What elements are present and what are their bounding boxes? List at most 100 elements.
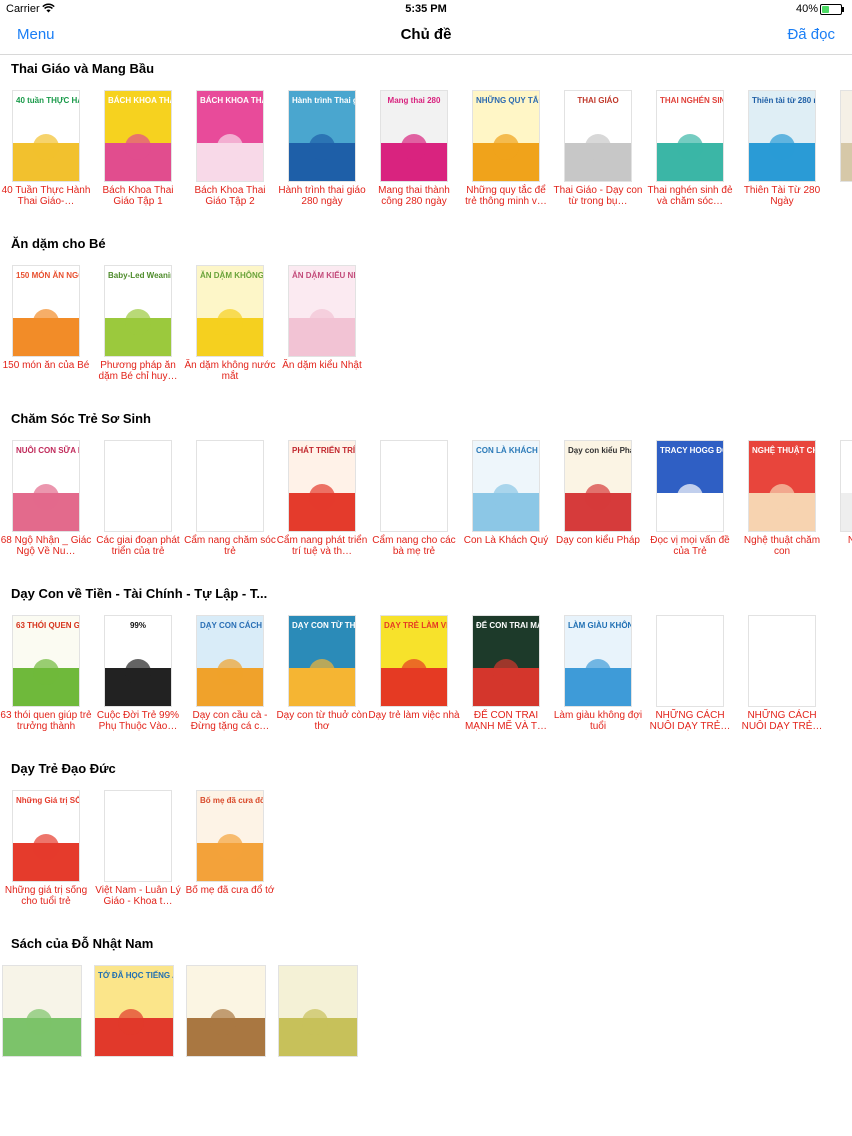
book-item[interactable]: LÀM GIÀU KHÔNG ĐỢI TUỔI Làm giàu không đợ… (552, 615, 644, 745)
book-title: Cuộc Đời Trẻ 99% Phụ Thuộc Vào… (96, 710, 180, 732)
book-cover[interactable] (380, 440, 448, 532)
book-cover[interactable]: 150 MÓN ĂN NGON CỦA BÉ (12, 265, 80, 357)
book-title: Những quy tắc để trẻ thông minh v… (465, 185, 547, 207)
book-item[interactable]: Cẩm nang cho các bà mẹ trẻ (368, 440, 460, 570)
book-item[interactable]: Nh… phá… (828, 440, 852, 570)
book-item[interactable]: Những Giá trị SỐNG Những giá trị sống cho… (0, 790, 92, 920)
book-cover[interactable]: Baby-Led Weaning BÉ CHỈ HUY (104, 265, 172, 357)
book-item[interactable]: NHỮNG CÁCH NUÔI DẠY TRẺ… (736, 615, 828, 745)
book-item[interactable]: Các giai đoạn phát triển của trẻ (92, 440, 184, 570)
book-item[interactable]: THAI GIÁO Thai Giáo - Dạy con từ trong bụ… (552, 90, 644, 220)
book-item[interactable]: BÁCH KHOA THAI GIÁO Bách Khoa Thai Giáo T… (184, 90, 276, 220)
book-item[interactable] (179, 965, 271, 1095)
book-item[interactable]: ĂN DẶM KIỂU NHẬT Ăn dặm kiểu Nhật (276, 265, 368, 395)
book-cover[interactable] (656, 615, 724, 707)
book-cover[interactable] (104, 440, 172, 532)
book-cover[interactable]: DẠY CON CÁCH CÂU CÁ CHO CON (196, 615, 264, 707)
book-item[interactable]: Việt Nam - Luân Lý Giáo - Khoa t… (92, 790, 184, 920)
book-item[interactable]: NHỮNG QUY TẮC ĐỂ TRẺ THÔNG MINH Những quy… (460, 90, 552, 220)
book-cover[interactable]: Hành trình Thai giáo 280 (288, 90, 356, 182)
book-item[interactable]: DẠY TRẺ LÀM VIỆC NHÀ Dạy trẻ làm việc nhà (368, 615, 460, 745)
book-item[interactable]: Thiên tài từ 280 ngày Thiên Tài Từ 280 Ng… (736, 90, 828, 220)
book-item[interactable]: 63 THÓI QUEN GIÚP TRẺ TRƯỞNG THÀNH 63 thó… (0, 615, 92, 745)
book-cover[interactable] (840, 440, 852, 532)
book-cover[interactable]: THAI NGHÉN SINH ĐẺ (656, 90, 724, 182)
cover-figure (32, 309, 59, 336)
book-item[interactable]: BÁCH KHOA THAI GIÁO Bách Khoa Thai Giáo T… (92, 90, 184, 220)
book-item[interactable]: DẠY CON TỪ THUỞ CÒN THƠ Dạy con từ thuở c… (276, 615, 368, 745)
book-cover[interactable]: Thiên tài từ 280 ngày (748, 90, 816, 182)
book-item[interactable]: Hành trình Thai giáo 280 Hành trình thai … (276, 90, 368, 220)
book-cover[interactable]: TRACY HOGG ĐỌC VỊ MỌI VẤN ĐỀ CỦA TRẺ (656, 440, 724, 532)
book-cover[interactable]: DẠY TRẺ LÀM VIỆC NHÀ (380, 615, 448, 707)
cover-figure (584, 484, 611, 511)
book-cover[interactable]: NGHỆ THUẬT CHĂM CON (748, 440, 816, 532)
book-cover[interactable] (186, 965, 266, 1057)
book-item[interactable]: NHỮNG CÁCH NUÔI DẠY TRẺ… (644, 615, 736, 745)
book-row[interactable]: 63 THÓI QUEN GIÚP TRẺ TRƯỞNG THÀNH 63 thó… (0, 615, 852, 750)
book-cover[interactable]: CON LÀ KHÁCH QUÝ (472, 440, 540, 532)
book-title: ĐỂ CON TRAI MẠNH MẼ VÀ T… (464, 710, 548, 732)
book-item[interactable]: TRACY HOGG ĐỌC VỊ MỌI VẤN ĐỀ CỦA TRẺ Đọc … (644, 440, 736, 570)
book-cover[interactable]: BÁCH KHOA THAI GIÁO (196, 90, 264, 182)
book-item[interactable]: Baby-Led Weaning BÉ CHỈ HUY Phương pháp ă… (92, 265, 184, 395)
book-item[interactable]: CON LÀ KHÁCH QUÝ Con Là Khách Quý (460, 440, 552, 570)
book-item[interactable]: PHÁT TRIỂN TRÍ TUỆ THỂ CHẤT Cẩm nang phát… (276, 440, 368, 570)
book-cover[interactable] (748, 615, 816, 707)
book-cover[interactable]: NUÔI CON SỮA MẸ (12, 440, 80, 532)
book-row[interactable]: TỚ ĐÃ HỌC TIẾNG ANH (0, 965, 852, 1100)
book-row[interactable]: NUÔI CON SỮA MẸ 68 Ngộ Nhận _ Giác Ngộ Về… (0, 440, 852, 575)
book-cover[interactable] (2, 965, 82, 1057)
book-item[interactable]: 40 tuần THỰC HÀNH THAI GIÁO 12 tháng 40 T… (0, 90, 92, 220)
book-cover[interactable]: TỚ ĐÃ HỌC TIẾNG ANH (94, 965, 174, 1057)
menu-button[interactable]: Menu (17, 26, 55, 43)
book-item[interactable]: Dạy con kiểu Pháp Dạy con kiểu Pháp (552, 440, 644, 570)
book-item[interactable]: THAI NGHÉN SINH ĐẺ Thai nghén sinh đẻ và … (644, 90, 736, 220)
book-cover[interactable] (104, 790, 172, 882)
book-title: Ăn dặm không nước mắt (184, 360, 276, 382)
book-cover[interactable] (196, 440, 264, 532)
book-cover[interactable]: THAI GIÁO (564, 90, 632, 182)
book-item[interactable]: Mang thai 280 Mang thai thành công 280 ng… (368, 90, 460, 220)
book-row[interactable]: 150 MÓN ĂN NGON CỦA BÉ150 món ăn của BéB… (0, 265, 852, 400)
book-row[interactable]: Những Giá trị SỐNG Những giá trị sống cho… (0, 790, 852, 925)
book-item[interactable]: 1… (828, 90, 852, 220)
book-item[interactable] (271, 965, 363, 1095)
book-cover[interactable]: 63 THÓI QUEN GIÚP TRẺ TRƯỞNG THÀNH (12, 615, 80, 707)
book-title: Dạy con cầu cà - Đừng tặng cá c… (190, 710, 270, 732)
book-cover[interactable]: BÁCH KHOA THAI GIÁO (104, 90, 172, 182)
book-cover[interactable]: ĂN DẶM KHÔNG NƯỚC MẮT (196, 265, 264, 357)
book-cover[interactable]: DẠY CON TỪ THUỞ CÒN THƠ (288, 615, 356, 707)
book-title: 68 Ngộ Nhận _ Giác Ngộ Về Nu… (0, 535, 92, 557)
book-item[interactable]: Bố mẹ đã cưa đổ tớ Bố mẹ đã cưa đổ tớ (184, 790, 276, 920)
book-cover[interactable] (278, 965, 358, 1057)
book-title: Thiên Tài Từ 280 Ngày (743, 185, 821, 207)
read-books-button[interactable]: Đã đọc (787, 26, 835, 43)
book-cover[interactable]: Mang thai 280 (380, 90, 448, 182)
book-row[interactable]: 40 tuần THỰC HÀNH THAI GIÁO 12 tháng 40 T… (0, 90, 852, 225)
book-item[interactable]: DẠY CON CÁCH CÂU CÁ CHO CON Dạy con cầu c… (184, 615, 276, 745)
book-item[interactable]: Cẩm nang chăm sóc trẻ (184, 440, 276, 570)
book-item[interactable]: NUÔI CON SỮA MẸ 68 Ngộ Nhận _ Giác Ngộ Về… (0, 440, 92, 570)
book-item[interactable]: ĂN DẶM KHÔNG NƯỚC MẮT Ăn dặm không nước m… (184, 265, 276, 395)
cover-figure (400, 659, 427, 686)
book-item[interactable]: 99% Cuộc Đời Trẻ 99% Phụ Thuộc Vào… (92, 615, 184, 745)
book-cover[interactable]: LÀM GIÀU KHÔNG ĐỢI TUỔI (564, 615, 632, 707)
book-cover[interactable]: Những Giá trị SỐNG (12, 790, 80, 882)
book-item[interactable]: ĐỂ CON TRAI MẠNH MẼ ĐỂ CON TRAI MẠNH MẼ V… (460, 615, 552, 745)
book-cover[interactable]: Bố mẹ đã cưa đổ tớ (196, 790, 264, 882)
book-cover[interactable]: 40 tuần THỰC HÀNH THAI GIÁO 12 tháng (12, 90, 80, 182)
book-cover[interactable]: PHÁT TRIỂN TRÍ TUỆ THỂ CHẤT (288, 440, 356, 532)
book-title: Thai nghén sinh đẻ và chăm sóc… (647, 185, 733, 207)
cover-text: THAI GIÁO (577, 96, 619, 105)
book-cover[interactable]: NHỮNG QUY TẮC ĐỂ TRẺ THÔNG MINH (472, 90, 540, 182)
book-item[interactable]: 150 MÓN ĂN NGON CỦA BÉ 150 món ăn của Bé (0, 265, 92, 395)
book-item[interactable] (0, 965, 87, 1095)
book-cover[interactable]: ĂN DẶM KIỂU NHẬT (288, 265, 356, 357)
book-cover[interactable] (840, 90, 852, 182)
book-item[interactable]: NGHỆ THUẬT CHĂM CON Nghệ thuật chăm con (736, 440, 828, 570)
book-cover[interactable]: 99% (104, 615, 172, 707)
book-cover[interactable]: Dạy con kiểu Pháp (564, 440, 632, 532)
book-cover[interactable]: ĐỂ CON TRAI MẠNH MẼ (472, 615, 540, 707)
book-item[interactable]: TỚ ĐÃ HỌC TIẾNG ANH (87, 965, 179, 1095)
